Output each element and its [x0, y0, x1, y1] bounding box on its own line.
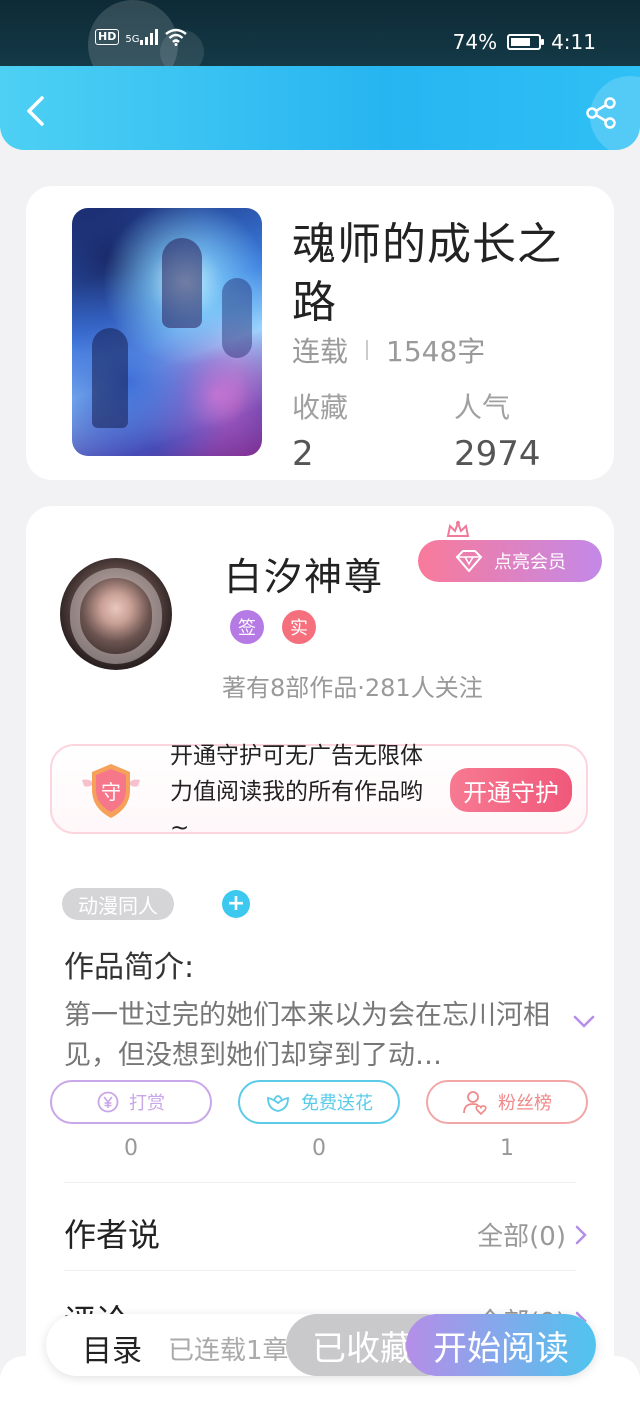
bottom-action-bar: 目录 已连载1章 已收藏 开始阅读: [46, 1314, 596, 1376]
add-tag-icon[interactable]: +: [222, 890, 250, 918]
book-word-count: 1548字: [386, 335, 486, 368]
diamond-icon: [455, 550, 483, 572]
back-icon[interactable]: [22, 94, 50, 128]
signed-badge: 签: [230, 610, 264, 644]
author-says-all-label: 全部(0): [477, 1222, 566, 1252]
crown-icon: [446, 520, 470, 537]
favorites-label: 收藏: [292, 391, 349, 424]
chevron-down-icon[interactable]: [572, 1014, 596, 1030]
user-heart-icon: [463, 1091, 487, 1115]
guard-banner: 守 开通守护可无广告无限体力值阅读我的所有作品哟~ 开通守护: [50, 743, 588, 841]
vip-button-label: 点亮会员: [494, 552, 566, 573]
clock: 4:11: [551, 30, 596, 54]
author-avatar[interactable]: [60, 558, 172, 670]
status-left: HD 5G: [95, 28, 188, 46]
book-meta: 连载 1548字: [292, 330, 485, 370]
author-stats: 著有8部作品·281人关注: [222, 674, 483, 702]
popularity-value: 2974: [454, 434, 541, 474]
tip-count: 0: [124, 1136, 138, 1161]
battery-percent: 74%: [452, 30, 498, 54]
top-header: [0, 66, 640, 150]
divider: [64, 1270, 576, 1271]
author-name[interactable]: 白汐神尊: [224, 546, 384, 601]
fan-count: 1: [500, 1136, 514, 1161]
divider: [64, 1182, 576, 1183]
author-card: 白汐神尊 点亮会员 签 实 著有8部作品·281人关注 守 开通守护可无广告无限…: [26, 506, 614, 1386]
intro-title: 作品简介:: [64, 950, 195, 985]
book-status: 连载: [292, 335, 349, 368]
status-bar: HD 5G 74% 4:11: [0, 0, 640, 90]
book-title: 魂师的成长之路: [292, 219, 562, 328]
vip-button[interactable]: 点亮会员: [418, 540, 602, 582]
signal-icon: 5G: [125, 29, 159, 45]
svg-text:守: 守: [101, 780, 121, 804]
flower-icon: [267, 1095, 289, 1112]
book-cover-image[interactable]: [72, 208, 262, 456]
start-reading-button[interactable]: 开始阅读: [406, 1314, 596, 1376]
author-says-title: 作者说: [64, 1216, 161, 1254]
fan-ranking-button[interactable]: 粉丝榜: [426, 1080, 588, 1124]
toc-button[interactable]: 目录: [82, 1326, 142, 1370]
meta-divider: [366, 340, 369, 360]
tip-button[interactable]: 打赏: [50, 1080, 212, 1124]
verified-badge: 实: [282, 610, 316, 644]
guard-shield-icon: 守: [82, 764, 140, 818]
open-guard-button[interactable]: 开通守护: [450, 768, 572, 812]
intro-text: 第一世过完的她们本来以为会在忘川河相见，但没想到她们却穿到了动…: [64, 1000, 550, 1071]
favorites-value: 2: [292, 434, 314, 474]
flower-count: 0: [312, 1136, 326, 1161]
guard-text: 开通守护可无广告无限体力值阅读我的所有作品哟~: [170, 743, 423, 841]
fan-ranking-label: 粉丝榜: [498, 1093, 552, 1114]
send-flower-label: 免费送花: [301, 1093, 373, 1114]
yen-icon: [97, 1091, 119, 1113]
share-icon[interactable]: [584, 96, 618, 130]
category-tag[interactable]: 动漫同人: [62, 888, 174, 920]
book-info-card: 魂师的成长之路 连载 1548字 收藏 2 人气 2974: [26, 186, 614, 480]
battery-icon: [507, 34, 545, 50]
wifi-icon: [165, 28, 188, 46]
send-flower-button[interactable]: 免费送花: [238, 1080, 400, 1124]
chevron-right-icon: [575, 1225, 587, 1244]
tip-button-label: 打赏: [129, 1093, 165, 1114]
status-right: 74% 4:11: [453, 30, 596, 54]
favorited-label: 已收藏: [312, 1328, 414, 1369]
chapters-count: 已连载1章: [168, 1336, 289, 1366]
author-says-all-link[interactable]: 全部(0): [477, 1216, 588, 1253]
popularity-label: 人气: [454, 391, 511, 424]
hd-indicator: HD: [95, 29, 120, 45]
